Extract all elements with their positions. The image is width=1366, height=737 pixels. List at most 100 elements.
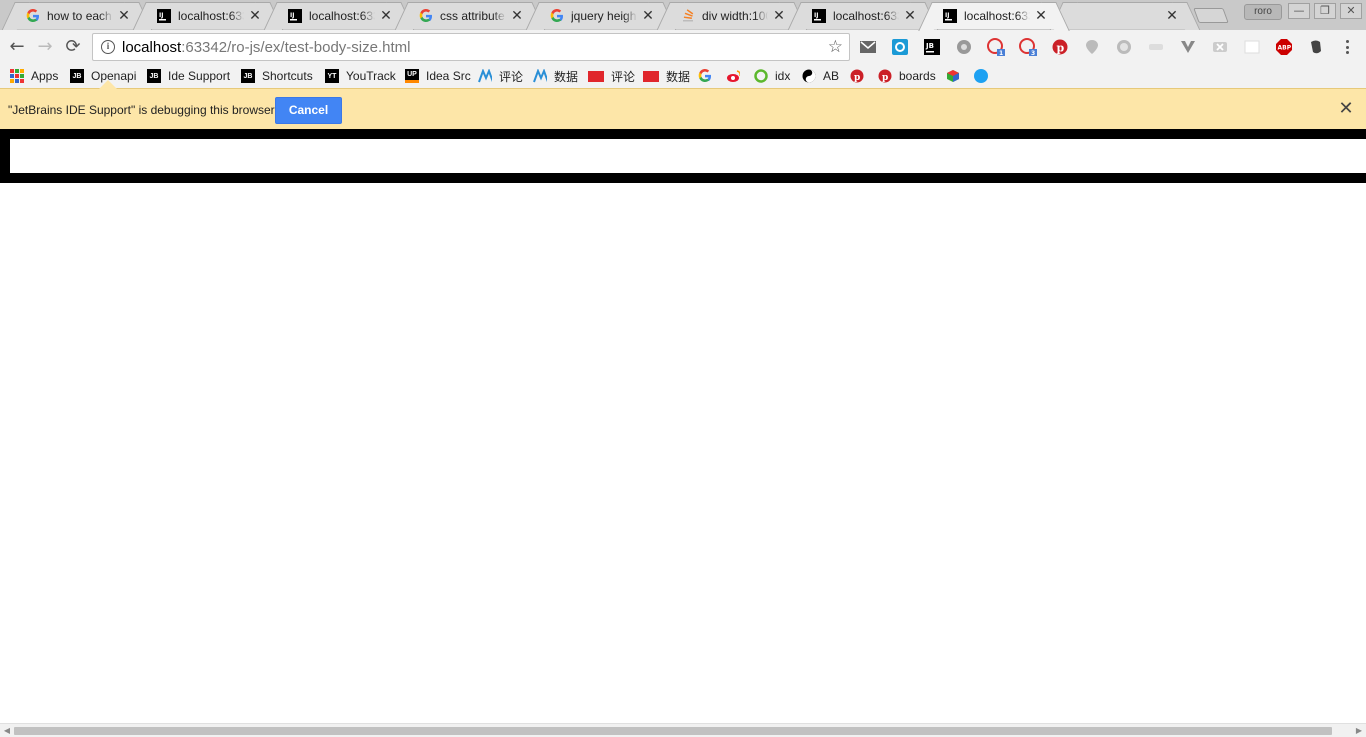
tab-close-icon[interactable]: ✕ xyxy=(379,9,393,23)
pinterest-icon[interactable]: p xyxy=(1051,38,1069,56)
svg-text:p: p xyxy=(854,73,860,83)
horizontal-scrollbar[interactable]: ◀ ▶ xyxy=(0,723,1366,737)
browser-tab[interactable]: IJ localhost:633 ✕ xyxy=(800,2,926,29)
close-icon[interactable]: ✕ xyxy=(1338,99,1354,119)
url-host: localhost xyxy=(122,38,182,56)
browser-tab[interactable]: how to each f ✕ xyxy=(14,2,140,29)
google-icon xyxy=(549,8,565,24)
browser-tab[interactable]: IJ localhost:633 ✕ xyxy=(276,2,402,29)
bookmark-comments[interactable]: 评论 xyxy=(478,67,523,85)
svg-text:IJ: IJ xyxy=(290,12,294,19)
svg-text:IJ: IJ xyxy=(945,12,949,19)
svg-text:p: p xyxy=(882,73,888,83)
svg-text:ABP: ABP xyxy=(1278,45,1292,52)
profile-button[interactable]: roro xyxy=(1244,4,1282,20)
bookmark-apps[interactable]: Apps xyxy=(10,67,58,85)
apps-grid-icon xyxy=(10,69,24,83)
jetbrains-icon: IJ xyxy=(156,8,172,24)
bookmark-comments-2[interactable]: 评论 xyxy=(588,67,635,85)
bookmark-idx[interactable]: idx xyxy=(754,67,790,85)
jetbrains-icon: IJ xyxy=(287,8,303,24)
jetbrains-icon: IJ xyxy=(811,8,827,24)
gmail-icon[interactable] xyxy=(859,38,877,56)
info-icon[interactable]: i xyxy=(101,40,115,54)
tab-title: localhost:633 xyxy=(833,9,899,23)
vimium-icon[interactable] xyxy=(1179,38,1197,56)
bookmark-star-icon[interactable]: ☆ xyxy=(828,37,843,57)
reload-button[interactable]: ⟳ xyxy=(62,36,84,58)
forward-button[interactable]: → xyxy=(34,36,56,58)
address-bar[interactable]: i localhost:63342/ro-js/ex/test-body-siz… xyxy=(92,33,850,61)
clock-icon[interactable]: 3 xyxy=(1019,38,1037,56)
tab-title: css attribute s xyxy=(440,9,506,23)
bookmark-ide-support[interactable]: JB Ide Support xyxy=(147,67,230,85)
bookmark-bird[interactable] xyxy=(974,67,995,85)
evernote-web-clipper-icon[interactable] xyxy=(891,38,909,56)
bookmark-idea-src[interactable]: UP Idea Src xyxy=(405,67,471,85)
minimize-button[interactable]: — xyxy=(1288,3,1310,19)
bookmark-weibo[interactable] xyxy=(726,67,747,85)
google-icon xyxy=(418,8,434,24)
maximize-button[interactable]: ❐ xyxy=(1314,3,1336,19)
evernote-icon[interactable] xyxy=(1307,38,1325,56)
tab-close-icon[interactable]: ✕ xyxy=(1034,9,1048,23)
close-tab-icon[interactable] xyxy=(1211,38,1229,56)
body-border-box xyxy=(0,129,1366,183)
jetbrains-icon: JB xyxy=(70,69,84,83)
grey-circle-icon[interactable] xyxy=(1115,38,1133,56)
debugger-infobar: "JetBrains IDE Support" is debugging thi… xyxy=(0,80,1366,129)
tab-close-icon[interactable]: ✕ xyxy=(641,9,655,23)
infobar-pointer xyxy=(99,80,117,89)
yin-yang-icon xyxy=(802,69,816,83)
tab-close-icon[interactable]: ✕ xyxy=(1165,9,1179,23)
bookmark-shortcuts[interactable]: JB Shortcuts xyxy=(241,67,313,85)
bookmark-data[interactable]: 数据 xyxy=(533,67,578,85)
bookmark-data-2[interactable]: 数据 xyxy=(643,67,690,85)
bookmark-google[interactable] xyxy=(698,67,719,85)
pinterest-icon: p xyxy=(878,69,892,83)
bookmark-boards[interactable]: p boards xyxy=(878,67,936,85)
tab-close-icon[interactable]: ✕ xyxy=(248,9,262,23)
jetbrains-icon[interactable]: JB xyxy=(923,38,941,56)
location-icon[interactable] xyxy=(1083,38,1101,56)
browser-tab-active[interactable]: IJ localhost:633 ✕ xyxy=(931,2,1057,29)
tab-close-icon[interactable]: ✕ xyxy=(772,9,786,23)
window-close-button[interactable]: ✕ xyxy=(1340,3,1362,19)
back-button[interactable]: ← xyxy=(6,36,28,58)
tab-close-icon[interactable]: ✕ xyxy=(510,9,524,23)
stackoverflow-icon xyxy=(680,8,696,24)
scrollbar-thumb[interactable] xyxy=(14,727,1332,735)
grey-icon[interactable] xyxy=(1147,38,1165,56)
bookmark-pinterest[interactable]: p xyxy=(850,67,871,85)
browser-tab[interactable]: IJ localhost:633 ✕ xyxy=(145,2,271,29)
page-viewport xyxy=(0,129,1366,723)
tab-strip: how to each f ✕ IJ localhost:633 ✕ IJ lo… xyxy=(0,0,1366,32)
inner-div xyxy=(10,139,1366,173)
browser-tab[interactable]: jquery height ✕ xyxy=(538,2,664,29)
url-path: :63342/ro-js/ex/test-body-size.html xyxy=(181,38,411,56)
svg-text:IJ: IJ xyxy=(159,12,163,19)
chrome-icon[interactable] xyxy=(955,38,973,56)
svg-text:JB: JB xyxy=(925,42,934,50)
svg-text:IJ: IJ xyxy=(814,12,818,19)
new-tab-button[interactable] xyxy=(1193,8,1229,23)
scroll-left-arrow[interactable]: ◀ xyxy=(2,726,12,736)
chrome-menu-icon[interactable] xyxy=(1342,38,1352,56)
tab-close-icon[interactable]: ✕ xyxy=(117,9,131,23)
bookmark-ab[interactable]: AB xyxy=(802,67,839,85)
browser-tab[interactable]: css attribute s ✕ xyxy=(407,2,533,29)
youtrack-icon: YT xyxy=(325,69,339,83)
svg-text:p: p xyxy=(1057,42,1065,55)
scroll-right-arrow[interactable]: ▶ xyxy=(1354,726,1364,736)
tab-close-icon[interactable]: ✕ xyxy=(903,9,917,23)
bookmark-youtrack[interactable]: YT YouTrack xyxy=(325,67,396,85)
browser-tab[interactable]: div width:100 ✕ xyxy=(669,2,795,29)
bookmark-cube[interactable] xyxy=(946,67,967,85)
browser-tab[interactable]: ✕ xyxy=(1062,2,1188,29)
cancel-button[interactable]: Cancel xyxy=(275,97,342,124)
blank-icon[interactable] xyxy=(1243,38,1261,56)
tab-title: jquery height xyxy=(571,9,637,23)
clock-icon[interactable]: 1 xyxy=(987,38,1005,56)
adblock-plus-icon[interactable]: ABP xyxy=(1275,38,1293,56)
jetbrains-icon: JB xyxy=(147,69,161,83)
